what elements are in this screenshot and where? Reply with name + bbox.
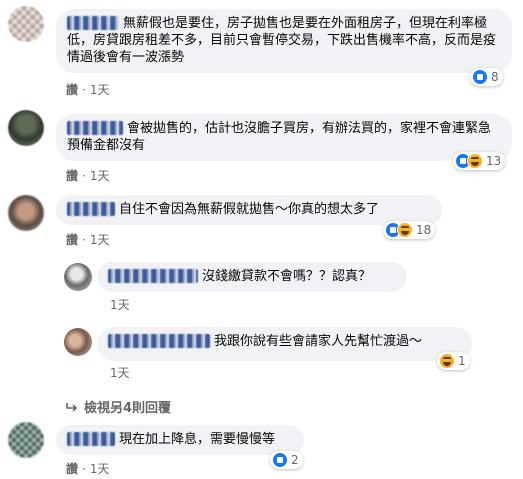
meta-separator: · [82, 462, 86, 476]
reaction-summary[interactable]: 8 [470, 68, 503, 86]
reaction-summary[interactable]: 2 [270, 451, 303, 469]
like-reaction-icon [472, 69, 488, 85]
avatar[interactable] [8, 422, 44, 458]
avatar[interactable] [8, 195, 44, 231]
comment-meta: 1天 [110, 364, 130, 381]
commenter-name[interactable] [108, 269, 198, 283]
reply-bubble: 我跟你說有些會請家人先幫忙渡過～ [97, 327, 472, 361]
view-more-replies-link[interactable]: 檢視另4則回覆 [66, 397, 171, 416]
reaction-summary[interactable]: 18 [383, 221, 436, 239]
meta-separator: · [82, 169, 86, 183]
comment-bubble: 無薪假也是要住，房子拋售也是要在外面租房子，但現在利率極低，房貸跟房租差不多，目… [56, 9, 512, 73]
comment-time[interactable]: 1天 [90, 169, 110, 183]
view-more-label[interactable]: 檢視另4則回覆 [84, 401, 171, 416]
comment-meta: 讚 · 1天 [66, 231, 109, 248]
meta-separator: · [82, 233, 86, 247]
reaction-summary[interactable]: 1 [437, 352, 470, 370]
like-link[interactable]: 讚 [66, 83, 78, 97]
haha-reaction-icon [439, 353, 455, 369]
reaction-count: 13 [486, 154, 502, 168]
reaction-count: 8 [491, 70, 499, 84]
reaction-count: 18 [416, 223, 432, 237]
reaction-summary[interactable]: 13 [453, 152, 506, 170]
comment-meta: 讚 · 1天 [66, 460, 109, 477]
reply-bubble: 沒錢繳貸款不會嗎？？認真？ [97, 262, 407, 292]
comment-time[interactable]: 1天 [90, 462, 110, 476]
commenter-name[interactable] [67, 432, 115, 446]
comment-meta: 讚 · 1天 [66, 167, 109, 184]
comment-bubble: 自住不會因為無薪假就拋售～你真的想太多了 [56, 195, 442, 225]
reply-arrow-icon [66, 401, 78, 416]
comment-text: 會被拋售的，估計也沒膽子買房，有辦法買的，家裡不會連緊急預備金都沒有 [67, 121, 492, 153]
comment-text: 我跟你說有些會請家人先幫忙渡過～ [214, 334, 423, 349]
comment-time[interactable]: 1天 [110, 366, 130, 380]
comment-time[interactable]: 1天 [90, 233, 110, 247]
comment-time[interactable]: 1天 [90, 83, 110, 97]
reaction-count: 2 [291, 453, 299, 467]
meta-separator: · [82, 83, 86, 97]
avatar[interactable] [64, 263, 92, 291]
comment-meta: 1天 [110, 296, 130, 313]
comment-bubble: 會被拋售的，估計也沒膽子買房，有辦法買的，家裡不會連緊急預備金都沒有 [56, 114, 512, 161]
haha-reaction-icon [467, 153, 483, 169]
avatar[interactable] [8, 6, 44, 42]
commenter-name[interactable] [108, 334, 210, 348]
like-link[interactable]: 讚 [66, 233, 78, 247]
comment-meta: 讚 · 1天 [66, 81, 109, 98]
haha-reaction-icon [397, 222, 413, 238]
commenter-name[interactable] [67, 121, 123, 135]
like-reaction-icon [272, 452, 288, 468]
avatar[interactable] [64, 328, 92, 356]
comment-text: 無薪假也是要住，房子拋售也是要在外面租房子，但現在利率極低，房貸跟房租差不多，目… [67, 16, 497, 65]
commenter-name[interactable] [67, 16, 119, 30]
avatar[interactable] [8, 110, 44, 146]
comment-time[interactable]: 1天 [110, 298, 130, 312]
like-link[interactable]: 讚 [66, 169, 78, 183]
commenter-name[interactable] [67, 202, 115, 216]
comment-bubble: 現在加上降息，需要慢慢等 [56, 425, 304, 455]
like-link[interactable]: 讚 [66, 462, 78, 476]
comment-text: 沒錢繳貸款不會嗎？？認真？ [202, 269, 372, 284]
comment-text: 自住不會因為無薪假就拋售～你真的想太多了 [119, 202, 380, 217]
reaction-count: 1 [458, 354, 466, 368]
comment-text: 現在加上降息，需要慢慢等 [119, 432, 276, 447]
